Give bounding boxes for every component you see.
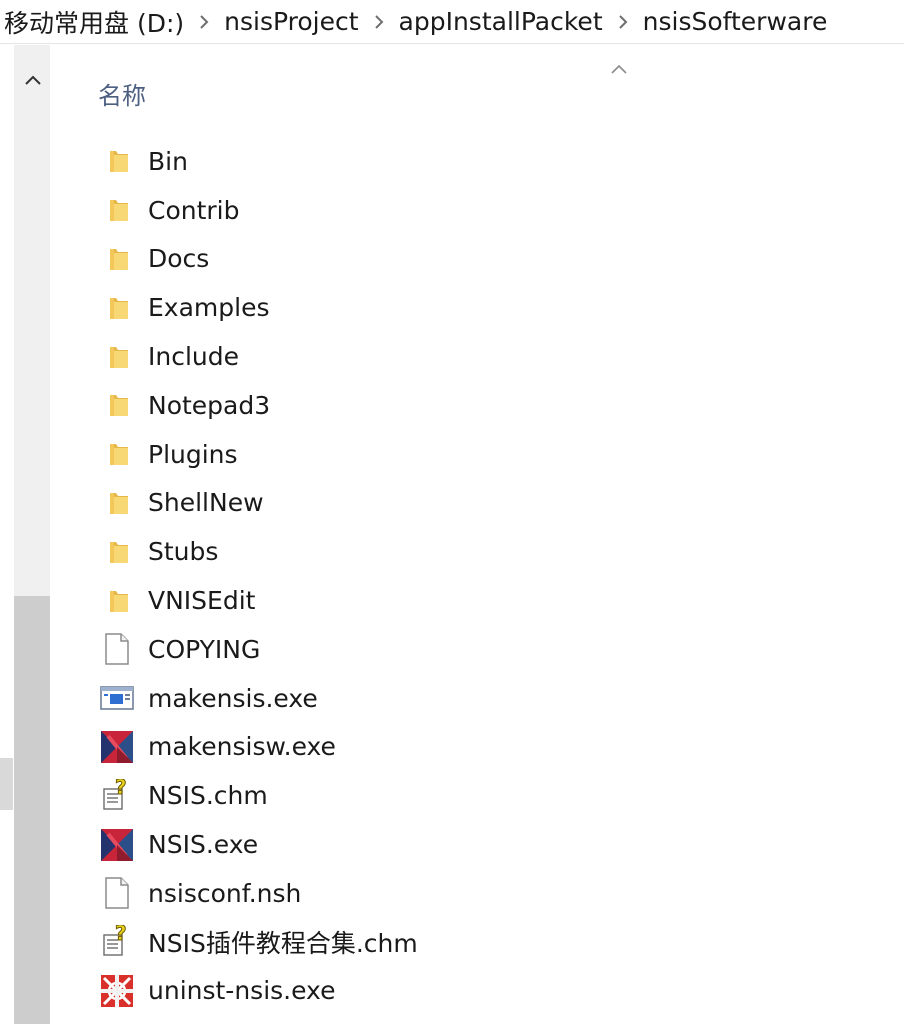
list-item[interactable]: nsisconf.nsh	[100, 869, 418, 918]
file-name: Plugins	[148, 439, 238, 469]
file-name: Contrib	[148, 195, 240, 225]
folder-icon	[100, 144, 134, 178]
folder-icon	[100, 437, 134, 471]
navigation-pane	[0, 45, 52, 1024]
list-item[interactable]: VNISEdit	[100, 576, 418, 625]
folder-icon	[100, 486, 134, 520]
list-item[interactable]: Notepad3	[100, 381, 418, 430]
list-item[interactable]: makensis.exe	[100, 674, 418, 723]
breadcrumb: 移动常用盘 (D:) nsisProject appInstallPacket …	[0, 0, 904, 44]
breadcrumb-item-appinstallpacket[interactable]: appInstallPacket	[399, 7, 603, 36]
nsis-app-icon	[100, 828, 134, 862]
list-item[interactable]: Examples	[100, 283, 418, 332]
chevron-right-icon[interactable]	[184, 13, 224, 31]
list-item[interactable]: Contrib	[100, 186, 418, 235]
folder-icon	[100, 193, 134, 227]
column-header-name[interactable]: 名称	[98, 76, 146, 111]
nav-edge-handle[interactable]	[0, 758, 13, 810]
breadcrumb-item-nsissofterware[interactable]: nsisSofterware	[643, 7, 828, 36]
list-item[interactable]: NSIS.exe	[100, 820, 418, 869]
list-item[interactable]: ? NSIS.chm	[100, 771, 418, 820]
file-name: NSIS插件教程合集.chm	[148, 929, 418, 959]
file-name: VNISEdit	[148, 586, 256, 616]
folder-icon	[100, 291, 134, 325]
folder-icon	[100, 242, 134, 276]
file-list: Bin Contrib Docs Examples Include Notepa…	[100, 137, 418, 1015]
file-name: COPYING	[148, 634, 261, 664]
file-name: nsisconf.nsh	[148, 878, 302, 908]
file-name: Notepad3	[148, 390, 271, 420]
list-item[interactable]: ShellNew	[100, 479, 418, 528]
file-name: uninst-nsis.exe	[148, 976, 336, 1006]
chevron-up-icon[interactable]	[20, 67, 46, 93]
nav-scrollbar-thumb[interactable]	[14, 596, 50, 1024]
chevron-right-icon[interactable]	[603, 13, 643, 31]
list-item[interactable]: Docs	[100, 235, 418, 284]
svg-text:?: ?	[115, 779, 127, 799]
breadcrumb-item-drive[interactable]: 移动常用盘 (D:)	[4, 4, 184, 40]
list-item[interactable]: uninst-nsis.exe	[100, 967, 418, 1016]
folder-icon	[100, 584, 134, 618]
list-item[interactable]: Bin	[100, 137, 418, 186]
chevron-right-icon[interactable]	[359, 13, 399, 31]
folder-icon	[100, 340, 134, 374]
breadcrumb-item-nsisproject[interactable]: nsisProject	[224, 7, 358, 36]
file-name: Include	[148, 342, 240, 372]
nsis-app-icon	[100, 730, 134, 764]
file-name: Docs	[148, 244, 210, 274]
file-name: NSIS.chm	[148, 781, 268, 811]
uninstaller-icon	[100, 974, 134, 1008]
blank-file-icon	[100, 632, 134, 666]
file-name: Stubs	[148, 537, 219, 567]
file-name: Examples	[148, 293, 270, 323]
list-item[interactable]: ? NSIS插件教程合集.chm	[100, 918, 418, 967]
folder-icon	[100, 535, 134, 569]
file-name: Bin	[148, 146, 188, 176]
file-name: ShellNew	[148, 488, 264, 518]
sort-ascending-icon	[611, 64, 627, 74]
folder-icon	[100, 388, 134, 422]
list-item[interactable]: COPYING	[100, 625, 418, 674]
list-item[interactable]: Plugins	[100, 430, 418, 479]
blank-file-icon	[100, 876, 134, 910]
file-name: makensis.exe	[148, 683, 318, 713]
list-item[interactable]: Include	[100, 332, 418, 381]
console-app-icon	[100, 681, 134, 715]
help-file-icon: ?	[100, 925, 134, 959]
help-file-icon: ?	[100, 779, 134, 813]
file-name: makensisw.exe	[148, 732, 336, 762]
file-name: NSIS.exe	[148, 830, 259, 860]
file-explorer-window: 移动常用盘 (D:) nsisProject appInstallPacket …	[0, 0, 904, 1024]
list-item[interactable]: Stubs	[100, 527, 418, 576]
svg-text:?: ?	[115, 925, 127, 945]
list-item[interactable]: makensisw.exe	[100, 723, 418, 772]
